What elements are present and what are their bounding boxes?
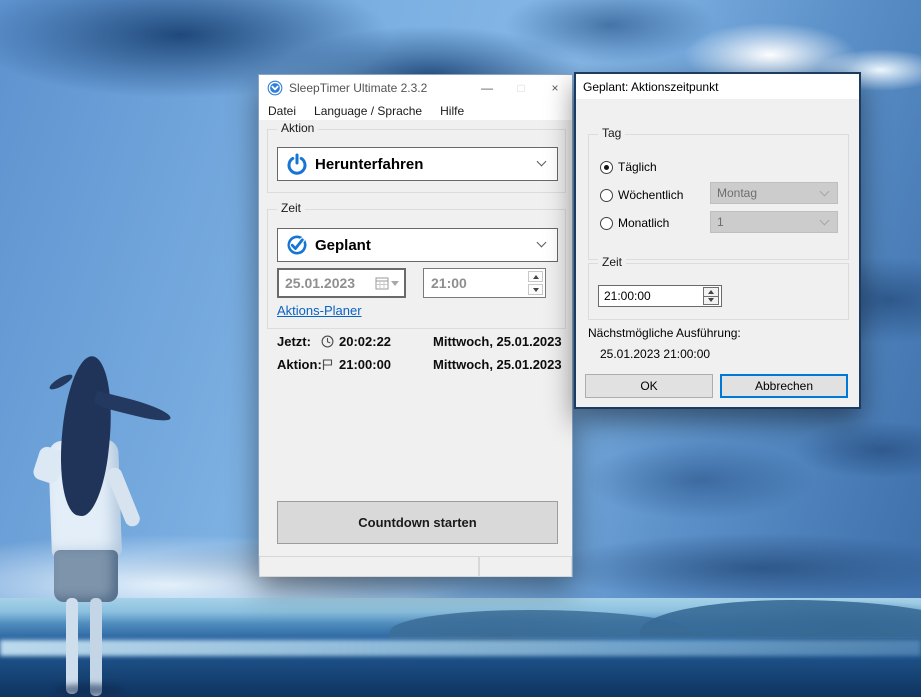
dialog-time-input[interactable]: 21:00:00	[598, 285, 722, 307]
cancel-button[interactable]: Abbrechen	[720, 374, 848, 398]
next-execution-label: Nächstmögliche Ausführung:	[588, 326, 741, 340]
weekday-combobox-disabled: Montag	[710, 182, 838, 204]
time-spin-down-button[interactable]	[528, 284, 543, 295]
day-group-label: Tag	[598, 126, 626, 140]
status-bar-cell-right	[479, 557, 572, 577]
action-time-label: Aktion:	[277, 357, 322, 372]
now-date: Mittwoch, 25.01.2023	[433, 334, 562, 349]
action-group-label: Aktion	[277, 121, 319, 135]
action-date: Mittwoch, 25.01.2023	[433, 357, 562, 372]
dialog-time-spin-up-button[interactable]	[704, 288, 718, 296]
status-bar-cell-left	[259, 557, 479, 577]
maximize-button: □	[517, 81, 525, 95]
check-circle-icon	[287, 235, 307, 255]
time-mode-combo-value: Geplant	[315, 236, 371, 254]
radio-row-weekly[interactable]: Wöchentlich	[600, 187, 683, 203]
monthday-combobox-disabled: 1	[710, 211, 838, 233]
next-execution-value: 25.01.2023 21:00:00	[600, 347, 711, 361]
time-input-value: 21:00	[431, 275, 467, 291]
calendar-icon	[375, 277, 389, 289]
status-bar	[259, 556, 572, 577]
time-mode-combobox[interactable]: Geplant	[277, 228, 558, 262]
date-picker-value: 25.01.2023	[285, 275, 356, 291]
chevron-down-icon	[536, 156, 547, 167]
now-row: Jetzt: 20:02:22 Mittwoch, 25.01.2023	[277, 333, 564, 350]
app-icon	[267, 80, 283, 96]
wallpaper-girl	[28, 348, 178, 697]
schedule-dialog: Geplant: Aktionszeitpunkt Tag Täglich Wö…	[574, 72, 861, 409]
dialog-title-bar[interactable]: Geplant: Aktionszeitpunkt	[576, 74, 859, 99]
date-dropdown-arrow-icon[interactable]	[391, 280, 399, 286]
action-planner-link[interactable]: Aktions-Planer	[277, 303, 362, 318]
flag-icon	[322, 359, 333, 370]
radio-weekly[interactable]	[600, 188, 613, 202]
radio-daily-label: Täglich	[618, 160, 657, 174]
ok-button[interactable]: OK	[585, 374, 713, 398]
arrow-up-icon	[708, 289, 714, 294]
monthday-combo-value: 1	[717, 215, 724, 229]
radio-weekly-label: Wöchentlich	[618, 188, 684, 202]
window-title: SleepTimer Ultimate 2.3.2	[289, 81, 428, 95]
power-icon	[287, 153, 307, 175]
time-input[interactable]: 21:00	[423, 268, 546, 298]
action-combobox[interactable]: Herunterfahren	[277, 147, 558, 181]
action-row: Aktion: 21:00:00 Mittwoch, 25.01.2023	[277, 356, 564, 373]
radio-monthly-label: Monatlich	[618, 216, 670, 230]
sleeptimer-window: SleepTimer Ultimate 2.3.2 — □ × Datei La…	[258, 74, 573, 577]
dialog-time-value: 21:00:00	[604, 289, 651, 303]
now-time: 20:02:22	[339, 334, 392, 349]
menu-datei[interactable]: Datei	[259, 101, 305, 120]
chevron-down-icon	[819, 215, 830, 226]
chevron-down-icon	[819, 186, 830, 197]
arrow-down-icon	[708, 298, 714, 303]
radio-monthly[interactable]	[600, 216, 613, 230]
menu-bar: Datei Language / Sprache Hilfe	[259, 101, 572, 120]
menu-language[interactable]: Language / Sprache	[305, 101, 431, 120]
dialog-time-group-label: Zeit	[598, 255, 627, 269]
arrow-up-icon	[532, 274, 539, 279]
radio-daily[interactable]	[600, 160, 613, 174]
dialog-time-spin-down-button[interactable]	[704, 295, 718, 305]
action-combo-value: Herunterfahren	[315, 155, 424, 173]
time-group-label: Zeit	[277, 201, 306, 215]
date-picker[interactable]: 25.01.2023	[277, 268, 406, 298]
chevron-down-icon	[536, 237, 547, 248]
radio-row-daily[interactable]: Täglich	[600, 159, 657, 175]
close-button[interactable]: ×	[538, 75, 572, 101]
radio-row-monthly[interactable]: Monatlich	[600, 215, 669, 231]
start-countdown-button[interactable]: Countdown starten	[277, 501, 558, 544]
title-bar[interactable]: SleepTimer Ultimate 2.3.2 — □ ×	[259, 75, 572, 101]
arrow-down-icon	[532, 287, 539, 292]
weekday-combo-value: Montag	[717, 186, 758, 200]
now-label: Jetzt:	[277, 334, 311, 349]
dialog-title: Geplant: Aktionszeitpunkt	[583, 79, 719, 94]
clock-icon	[321, 335, 334, 348]
action-time: 21:00:00	[339, 357, 392, 372]
time-spin-up-button[interactable]	[528, 271, 543, 282]
menu-hilfe[interactable]: Hilfe	[431, 101, 473, 120]
minimize-button[interactable]: —	[470, 75, 504, 101]
